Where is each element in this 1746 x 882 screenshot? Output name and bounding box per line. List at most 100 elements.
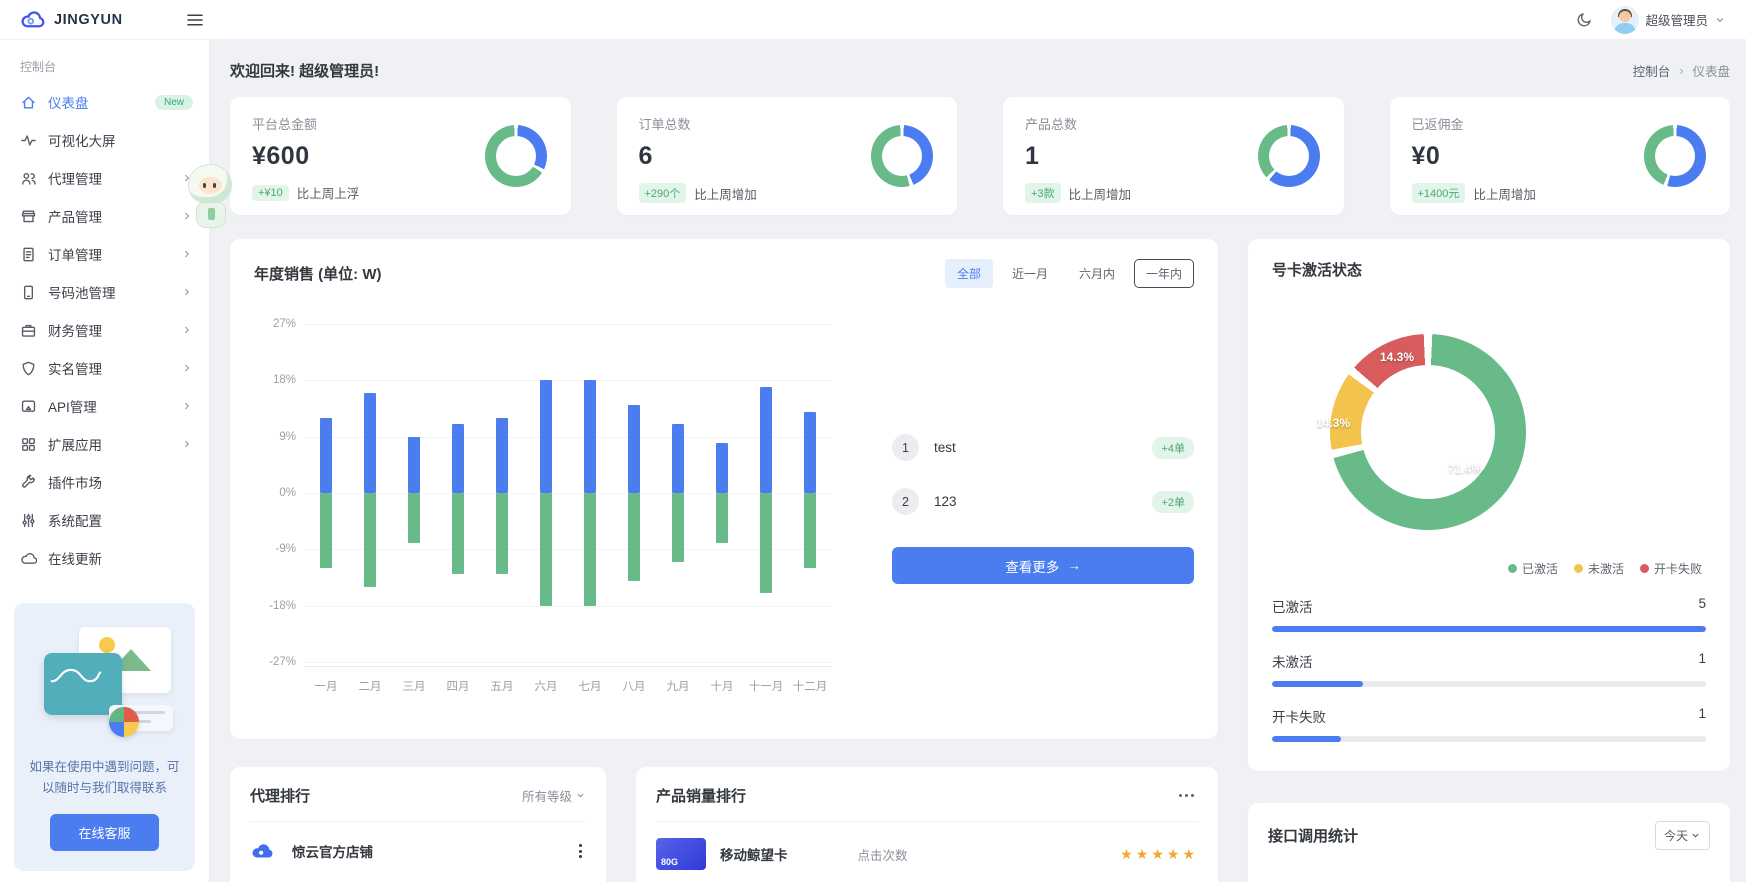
sidebar-item-api-management[interactable]: API管理 xyxy=(0,387,209,425)
stat-change-badge: +¥10 xyxy=(252,185,289,201)
activation-donut-chart: 71.4%14.3%14.3% xyxy=(1330,334,1526,530)
bar-positive xyxy=(584,380,596,493)
activation-legend: 已激活未激活开卡失败 xyxy=(1272,560,1706,577)
sidebar-item-online-update[interactable]: 在线更新 xyxy=(0,539,209,577)
view-more-button[interactable]: 查看更多 → xyxy=(892,547,1194,584)
bar-group xyxy=(436,324,480,662)
agent-level-filter[interactable]: 所有等级 xyxy=(522,786,586,805)
api-range-select[interactable]: 今天 xyxy=(1655,821,1710,850)
moon-icon xyxy=(1576,11,1593,28)
bar-negative xyxy=(672,493,684,562)
bar-negative xyxy=(584,493,596,606)
sales-tab-1[interactable]: 近一月 xyxy=(1000,259,1060,288)
rank-badge: +2单 xyxy=(1152,491,1194,513)
sidebar-item-order-management[interactable]: 订单管理 xyxy=(0,235,209,273)
breadcrumb-item-console[interactable]: 控制台 xyxy=(1633,61,1671,80)
legend-item[interactable]: 未激活 xyxy=(1574,560,1624,577)
store-icon xyxy=(20,208,37,225)
shield-icon xyxy=(20,360,37,377)
bar-negative xyxy=(628,493,640,581)
sidebar-item-extensions[interactable]: 扩展应用 xyxy=(0,425,209,463)
sales-tab-0[interactable]: 全部 xyxy=(945,259,993,288)
pie-slice-label: 14.3% xyxy=(1316,416,1350,430)
y-axis-tick: 27% xyxy=(256,318,296,330)
bar-positive xyxy=(320,418,332,493)
rank-badge: +4单 xyxy=(1152,437,1194,459)
sidebar-item-dashboard[interactable]: 仪表盘 New xyxy=(0,83,209,121)
new-badge: New xyxy=(155,95,193,110)
y-axis-tick: -27% xyxy=(256,656,296,668)
dark-mode-toggle[interactable] xyxy=(1576,11,1593,28)
sidebar-item-realname-management[interactable]: 实名管理 xyxy=(0,349,209,387)
pie-slice-label: 14.3% xyxy=(1380,350,1414,364)
sidebar-toggle-button[interactable] xyxy=(186,13,204,27)
product-row[interactable]: 80G 移动鲸望卡 点击次数 ★★★★★ xyxy=(656,822,1198,870)
online-support-button[interactable]: 在线客服 xyxy=(50,814,158,851)
sidebar-item-label: 可视化大屏 xyxy=(48,130,116,150)
brand-logo[interactable]: JINGYUN xyxy=(20,11,178,29)
sidebar-item-label: API管理 xyxy=(48,396,97,416)
sidebar-item-product-management[interactable]: 产品管理 xyxy=(0,197,209,235)
sidebar-item-label: 号码池管理 xyxy=(48,282,116,302)
sales-ranking-panel: 1 test +4单 2 123 +2单 查看更多 → xyxy=(892,312,1194,704)
hamburger-icon xyxy=(186,13,204,27)
sidebar-item-plugin-market[interactable]: 插件市场 xyxy=(0,463,209,501)
sidebar-item-visual-screen[interactable]: 可视化大屏 xyxy=(0,121,209,159)
sidebar-item-agent-management[interactable]: 代理管理 xyxy=(0,159,209,197)
progress-fill xyxy=(1272,681,1363,687)
sidebar-item-system-config[interactable]: 系统配置 xyxy=(0,501,209,539)
legend-dot xyxy=(1640,564,1649,573)
sales-tab-2[interactable]: 六月内 xyxy=(1067,259,1127,288)
sidebar-item-finance-management[interactable]: 财务管理 xyxy=(0,311,209,349)
chevron-down-icon xyxy=(1714,14,1726,26)
chevron-right-icon xyxy=(181,362,193,374)
legend-item[interactable]: 已激活 xyxy=(1508,560,1558,577)
more-menu-icon[interactable] xyxy=(1175,790,1198,801)
sidebar-item-number-pool-management[interactable]: 号码池管理 xyxy=(0,273,209,311)
legend-dot xyxy=(1508,564,1517,573)
stat-card-2: 产品总数 1 +3款 比上周增加 xyxy=(1003,97,1344,215)
sidebar-menu: 仪表盘 New 可视化大屏 代理管理 产品管理 订单管理 号码池管理 财务管理 … xyxy=(0,83,209,577)
stat-change-badge: +3款 xyxy=(1025,183,1061,203)
bar-group xyxy=(304,324,348,662)
legend-item[interactable]: 开卡失败 xyxy=(1640,560,1702,577)
bar-positive xyxy=(452,424,464,493)
sidebar-item-label: 订单管理 xyxy=(48,244,102,264)
agent-row[interactable]: 惊云官方店铺 xyxy=(250,822,586,862)
bar-negative xyxy=(496,493,508,574)
sidebar-item-label: 系统配置 xyxy=(48,510,102,530)
kebab-menu-icon[interactable] xyxy=(575,840,586,862)
x-axis-label: 十一月 xyxy=(744,667,788,698)
progress-fill xyxy=(1272,626,1706,632)
chevron-right-icon xyxy=(181,324,193,336)
mascot-widget[interactable] xyxy=(182,164,240,236)
stat-change-desc: 比上周增加 xyxy=(694,184,757,203)
user-menu[interactable]: 超级管理员 xyxy=(1611,6,1726,34)
sidebar-item-label: 仪表盘 xyxy=(48,92,89,112)
bar-positive xyxy=(760,387,772,493)
star-rating: ★★★★★ xyxy=(1120,846,1198,863)
sales-tab-3[interactable]: 一年内 xyxy=(1134,259,1194,288)
ranking-row: 1 test +4单 xyxy=(892,434,1194,461)
stat-donut-chart xyxy=(1258,125,1320,187)
progress-track xyxy=(1272,736,1706,742)
agent-ranking-card: 代理排行 所有等级 惊云官方店铺 xyxy=(230,767,606,882)
breadcrumb-separator: › xyxy=(1679,64,1683,78)
stat-change-desc: 比上周增加 xyxy=(1069,184,1132,203)
stat-card-3: 已返佣金 ¥0 +1400元 比上周增加 xyxy=(1390,97,1731,215)
gridline xyxy=(304,662,832,663)
x-axis-label: 一月 xyxy=(304,667,348,698)
sliders-icon xyxy=(20,512,37,529)
x-axis-label: 十二月 xyxy=(788,667,832,698)
chevron-down-icon xyxy=(575,790,586,801)
y-axis-tick: -18% xyxy=(256,600,296,612)
x-axis-label: 九月 xyxy=(656,667,700,698)
stat-card-1: 订单总数 6 +290个 比上周增加 xyxy=(617,97,958,215)
progress-value: 1 xyxy=(1698,706,1706,726)
users-icon xyxy=(20,170,37,187)
chevron-right-icon xyxy=(181,400,193,412)
x-axis-label: 十月 xyxy=(700,667,744,698)
help-illustration xyxy=(36,627,173,739)
bar-positive xyxy=(496,418,508,493)
agent-ranking-title: 代理排行 xyxy=(250,785,310,806)
